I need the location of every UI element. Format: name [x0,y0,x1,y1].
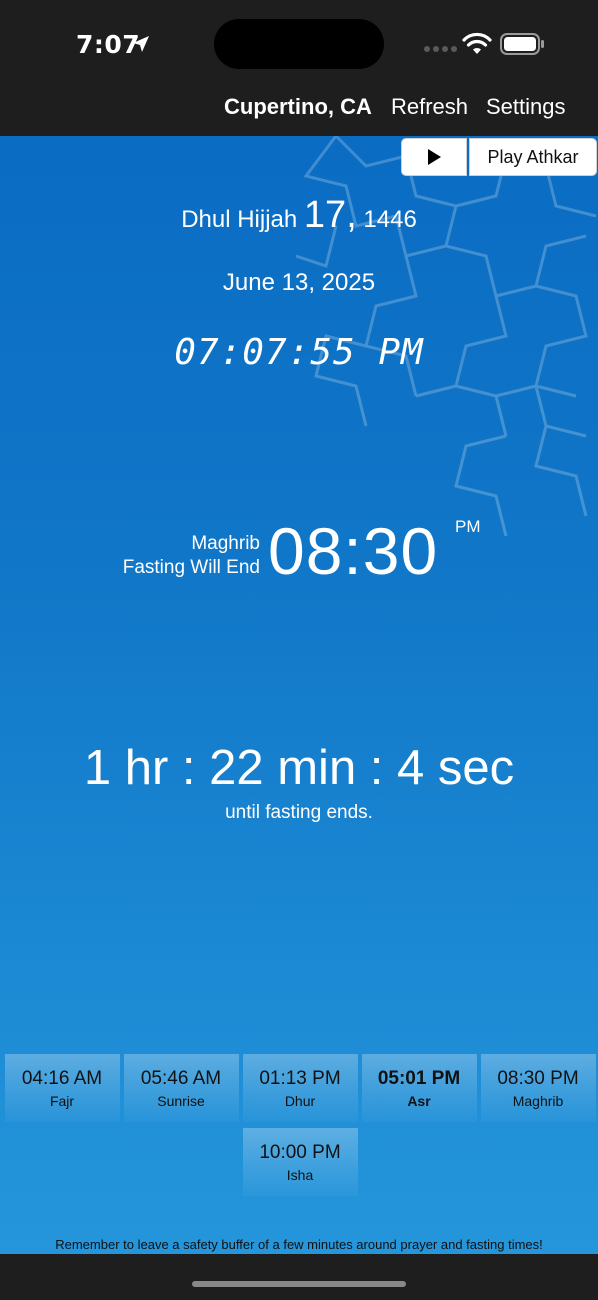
prayer-time: 05:01 PM [377,1067,461,1089]
battery-icon [500,33,544,55]
prayer-tile-maghrib[interactable]: 08:30 PM Maghrib [480,1054,596,1122]
prayer-tile-dhur[interactable]: 01:13 PM Dhur [242,1054,358,1122]
next-prayer-subtitle: Fasting Will End [122,557,260,578]
main-view: Play Athkar Dhul Hijjah 17, 1446 June 13… [0,136,598,1254]
prayer-tile-isha[interactable]: 10:00 PM Isha [242,1128,358,1196]
location-arrow-icon [133,36,149,52]
digital-clock: 07:07:55 PM [174,332,424,373]
safety-buffer-note: Remember to leave a safety buffer of a f… [55,1237,543,1252]
prayer-name: Maghrib [512,1092,564,1109]
next-prayer-name: Maghrib [191,533,260,554]
prayer-name: Isha [286,1166,314,1183]
dynamic-island [214,19,384,69]
next-prayer-time: 08:30 [268,514,439,588]
prayer-tile-asr[interactable]: 05:01 PM Asr [361,1054,477,1122]
play-button[interactable] [401,138,467,176]
prayer-name: Fajr [49,1092,75,1109]
prayer-times-grid: 04:16 AM Fajr 05:46 AM Sunrise 01:13 PM … [3,1054,597,1196]
countdown-timer: 1 hr : 22 min : 4 sec [83,741,515,795]
prayer-name: Sunrise [157,1092,205,1109]
settings-button[interactable]: Settings [486,94,566,120]
prayer-time: 10:00 PM [259,1141,341,1163]
countdown-caption: until fasting ends. [225,802,373,823]
prayer-name: Dhur [284,1092,316,1109]
gregorian-date: June 13, 2025 [222,269,376,296]
home-indicator[interactable] [192,1281,406,1287]
next-prayer-label: Maghrib Fasting Will End [0,532,260,580]
hijri-date: Dhul Hijjah 17, 1446 [0,194,598,237]
prayer-name: Asr [407,1092,431,1109]
refresh-button[interactable]: Refresh [391,94,468,120]
play-athkar-button[interactable]: Play Athkar [469,138,597,176]
prayer-tile-fajr[interactable]: 04:16 AM Fajr [4,1054,120,1122]
play-icon [428,149,441,165]
signal-icon [424,46,457,52]
wifi-icon [462,32,492,54]
status-bar: 7:07 [0,0,598,88]
prayer-time: 04:16 AM [21,1067,103,1089]
prayer-time: 01:13 PM [259,1067,341,1089]
location-title[interactable]: Cupertino, CA [224,94,372,120]
prayer-time: 08:30 PM [497,1067,579,1089]
next-prayer-ampm: PM [455,517,481,536]
hijri-day: 17, [303,194,357,236]
hijri-year: 1446 [363,206,417,233]
prayer-tile-sunrise[interactable]: 05:46 AM Sunrise [123,1054,239,1122]
hijri-month: Dhul Hijjah [181,206,298,233]
nav-bar: Cupertino, CA Refresh Settings [0,88,598,136]
prayer-time: 05:46 AM [140,1067,222,1089]
